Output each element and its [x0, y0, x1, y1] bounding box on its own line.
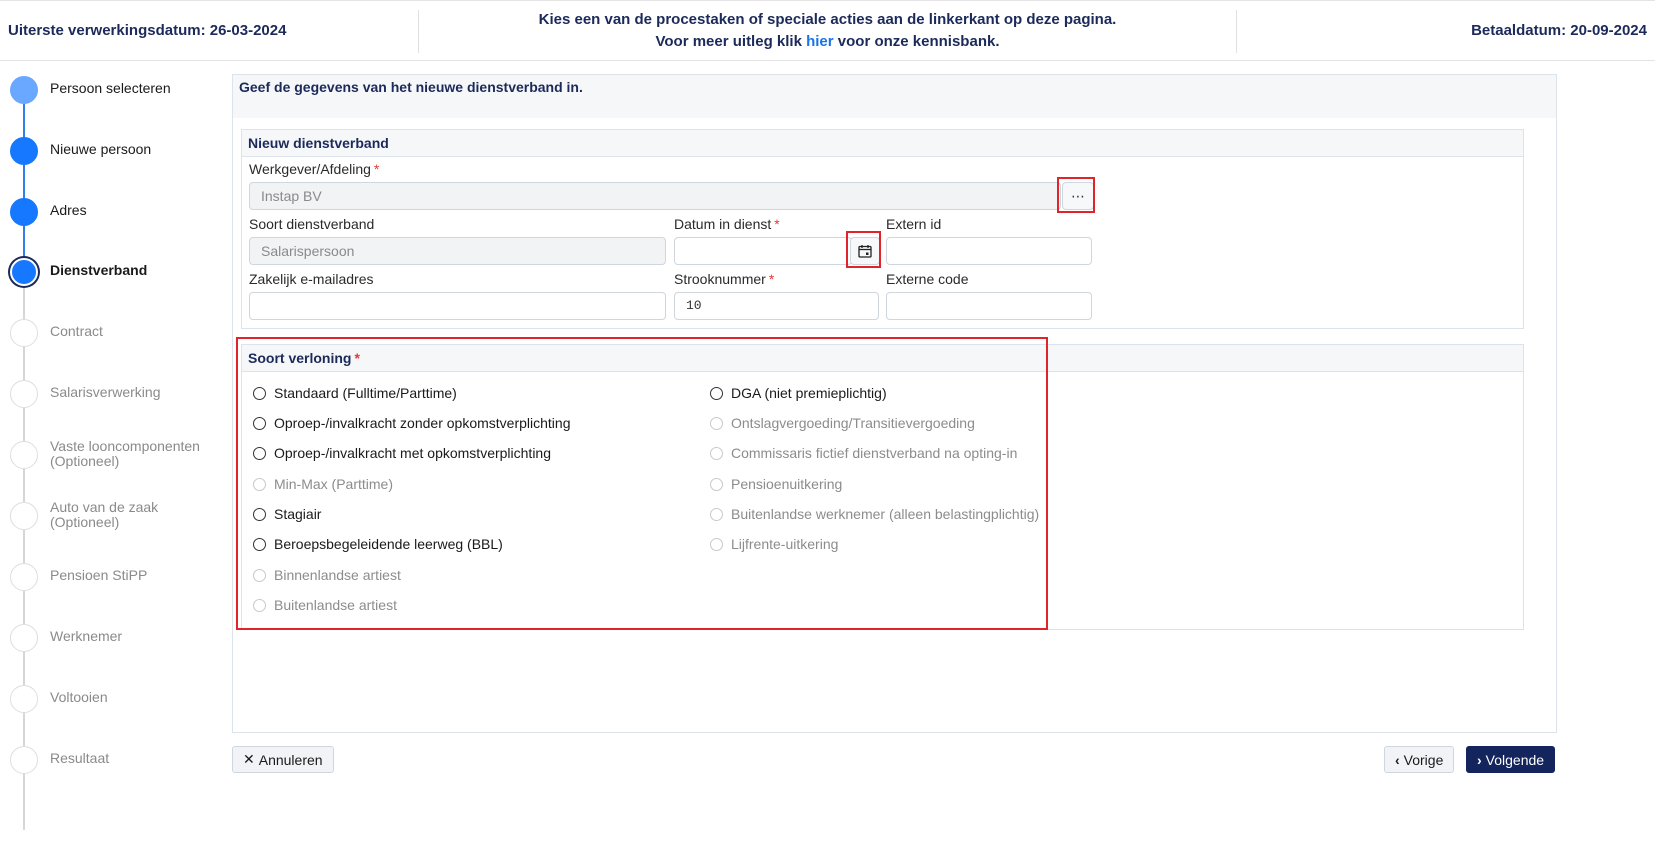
- close-icon: ✕: [243, 751, 255, 767]
- step-dot: [10, 380, 38, 408]
- step-label: Salarisverwerking: [50, 384, 161, 400]
- soort-dienstverband-label: Soort dienstverband: [249, 216, 375, 232]
- section-nieuw-dienstverband: Nieuw dienstverband Werkgever/Afdeling * …: [241, 129, 1524, 329]
- strooknummer-label: Strooknummer *: [674, 271, 775, 287]
- externe-code-label: Externe code: [886, 271, 969, 287]
- step-dot: [10, 563, 38, 591]
- step-label: Adres: [50, 202, 87, 218]
- step-dot: [10, 319, 38, 347]
- step-label: Dienstverband: [50, 262, 148, 278]
- cancel-button[interactable]: ✕ Annuleren: [232, 746, 334, 773]
- step-dot: [10, 685, 38, 713]
- werkgever-label: Werkgever/Afdeling *: [249, 161, 380, 177]
- intro-text: Geef de gegevens van het nieuwe dienstve…: [233, 75, 1556, 118]
- highlight-browse-button: [1057, 177, 1095, 213]
- deadline-label: Uiterste verwerkingsdatum: 26-03-2024: [8, 22, 287, 39]
- step-voltooien: Voltooien: [10, 685, 230, 725]
- step-label: Auto van de zaak (Optioneel): [50, 499, 159, 530]
- email-input[interactable]: [249, 292, 666, 320]
- step-dot: [10, 76, 38, 104]
- step-salarisverwerking: Salarisverwerking: [10, 380, 230, 420]
- step-label: Contract: [50, 323, 103, 339]
- top-header: Uiterste verwerkingsdatum: 26-03-2024 Ki…: [0, 0, 1655, 61]
- step-label: Persoon selecteren: [50, 80, 171, 96]
- payment-date-label: Betaaldatum: 20-09-2024: [1471, 22, 1647, 39]
- extern-id-input[interactable]: [886, 237, 1092, 265]
- chevron-left-icon: ‹: [1395, 751, 1400, 768]
- instruction-banner: Kies een van de procestaken of speciale …: [418, 9, 1237, 53]
- step-dot: [10, 502, 38, 530]
- step-persoon-selecteren[interactable]: Persoon selecteren: [10, 76, 230, 116]
- knowledge-base-link[interactable]: hier: [806, 33, 834, 50]
- datum-in-dienst-label: Datum in dienst *: [674, 216, 780, 232]
- step-dot: [10, 137, 38, 165]
- previous-button[interactable]: ‹ Vorige: [1384, 746, 1455, 773]
- step-resultaat: Resultaat: [10, 746, 230, 786]
- step-pensioen-stipp: Pensioen StiPP: [10, 563, 230, 603]
- step-adres[interactable]: Adres: [10, 198, 230, 238]
- process-stepper: Persoon selecteren Nieuwe persoon Adres …: [0, 76, 230, 856]
- step-label: Pensioen StiPP: [50, 567, 148, 583]
- instruction-line-2: Voor meer uitleg klik hier voor onze ken…: [655, 33, 1000, 50]
- step-label: Nieuwe persoon: [50, 141, 152, 157]
- section-title: Nieuw dienstverband: [242, 130, 1523, 157]
- step-dot: [10, 441, 38, 469]
- step-werknemer: Werknemer: [10, 624, 230, 664]
- stepper-progress-line: [23, 90, 25, 270]
- step-dienstverband[interactable]: Dienstverband: [10, 258, 230, 298]
- chevron-right-icon: ›: [1477, 751, 1482, 768]
- instruction-line-1: Kies een van de procestaken of speciale …: [538, 11, 1117, 28]
- highlight-calendar-button: [846, 231, 881, 268]
- step-auto-van-de-zaak: Auto van de zaak (Optioneel): [10, 499, 230, 542]
- step-dot: [10, 258, 38, 286]
- step-vaste-looncomponenten: Vaste looncomponenten (Optioneel): [10, 438, 230, 481]
- step-label: Vaste looncomponenten (Optioneel): [50, 438, 200, 469]
- step-label: Resultaat: [50, 750, 110, 766]
- soort-dienstverband-field: Salarispersoon: [249, 237, 666, 265]
- externe-code-input[interactable]: [886, 292, 1092, 320]
- strooknummer-input[interactable]: 10: [674, 292, 879, 320]
- werkgever-field: Instap BV: [249, 182, 1061, 210]
- step-label: Voltooien: [50, 689, 108, 705]
- step-label: Werknemer: [50, 628, 123, 644]
- step-dot: [10, 746, 38, 774]
- step-contract: Contract: [10, 319, 230, 359]
- step-dot: [10, 198, 38, 226]
- datum-in-dienst-input[interactable]: [674, 237, 852, 265]
- next-button[interactable]: › Volgende: [1466, 746, 1556, 773]
- step-dot: [10, 624, 38, 652]
- extern-id-label: Extern id: [886, 216, 942, 232]
- step-nieuwe-persoon[interactable]: Nieuwe persoon: [10, 137, 230, 177]
- highlight-soort-verloning: [236, 337, 1048, 630]
- email-label: Zakelijk e-mailadres: [249, 271, 374, 287]
